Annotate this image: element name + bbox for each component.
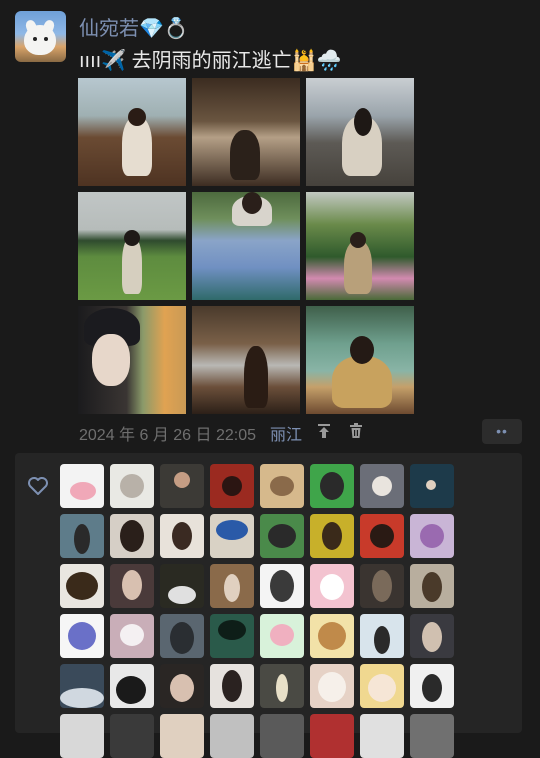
liker-avatar[interactable] (60, 514, 104, 558)
liker-avatar[interactable] (210, 464, 254, 508)
liker-avatar[interactable] (310, 564, 354, 608)
liker-avatar[interactable] (410, 714, 454, 758)
liker-avatar[interactable] (110, 664, 154, 708)
trash-icon[interactable] (346, 422, 366, 444)
photo-8[interactable] (192, 306, 300, 414)
post-location[interactable]: 丽江 (270, 421, 302, 445)
avatar-eye (44, 37, 48, 41)
post-date: 2024 年 6 月 26 日 22:05 (79, 427, 257, 444)
liker-avatar[interactable] (310, 464, 354, 508)
liker-avatar[interactable] (110, 514, 154, 558)
liker-avatar[interactable] (260, 714, 304, 758)
liker-avatar[interactable] (360, 614, 404, 658)
liker-avatar[interactable] (260, 564, 304, 608)
user-avatar[interactable] (15, 11, 66, 62)
photo-6[interactable] (306, 192, 414, 300)
photo-grid (78, 78, 415, 415)
liker-avatar[interactable] (410, 514, 454, 558)
photo-2[interactable] (192, 78, 300, 186)
liker-avatar[interactable] (160, 714, 204, 758)
liker-avatar[interactable] (210, 614, 254, 658)
liker-avatar[interactable] (260, 664, 304, 708)
liker-avatar[interactable] (360, 514, 404, 558)
photo-5[interactable] (192, 192, 300, 300)
liker-avatar[interactable] (260, 614, 304, 658)
liker-avatars (60, 464, 460, 758)
photo-9[interactable] (306, 306, 414, 414)
liker-avatar[interactable] (360, 664, 404, 708)
liker-avatar[interactable] (410, 614, 454, 658)
liker-avatar[interactable] (160, 514, 204, 558)
liker-avatar[interactable] (210, 664, 254, 708)
photo-4[interactable] (78, 192, 186, 300)
liker-avatar[interactable] (160, 464, 204, 508)
liker-avatar[interactable] (410, 564, 454, 608)
liker-avatar[interactable] (110, 614, 154, 658)
liker-avatar[interactable] (60, 714, 104, 758)
liker-avatar[interactable] (210, 564, 254, 608)
liker-avatar[interactable] (160, 564, 204, 608)
avatar-face (24, 25, 56, 55)
more-options-button[interactable]: •• (482, 419, 522, 444)
photo-3[interactable] (306, 78, 414, 186)
liker-avatar[interactable] (60, 614, 104, 658)
liker-avatar[interactable] (260, 514, 304, 558)
avatar-eye (33, 37, 37, 41)
liker-avatar[interactable] (310, 614, 354, 658)
liker-avatar[interactable] (60, 664, 104, 708)
liker-avatar[interactable] (60, 464, 104, 508)
heart-icon[interactable] (26, 474, 50, 498)
liker-avatar[interactable] (160, 664, 204, 708)
username[interactable]: 仙宛若💎💍 (79, 12, 189, 41)
liker-avatar[interactable] (110, 714, 154, 758)
liker-avatar[interactable] (310, 714, 354, 758)
liker-avatar[interactable] (210, 714, 254, 758)
liker-avatar[interactable] (110, 564, 154, 608)
post-meta: 2024 年 6 月 26 日 22:05 丽江 (79, 421, 366, 445)
liker-avatar[interactable] (360, 714, 404, 758)
liker-avatar[interactable] (360, 564, 404, 608)
liker-avatar[interactable] (410, 464, 454, 508)
liker-avatar[interactable] (310, 514, 354, 558)
liker-avatar[interactable] (360, 464, 404, 508)
liker-avatar[interactable] (110, 464, 154, 508)
liker-avatar[interactable] (310, 664, 354, 708)
liker-avatar[interactable] (60, 564, 104, 608)
liker-avatar[interactable] (410, 664, 454, 708)
liker-avatar[interactable] (160, 614, 204, 658)
post-caption: ıııı✈️ 去阴雨的丽江逃亡🕌🌧️ (79, 50, 342, 72)
photo-1[interactable] (78, 78, 186, 186)
pin-top-icon[interactable] (314, 423, 334, 444)
photo-7[interactable] (78, 306, 186, 414)
liker-avatar[interactable] (260, 464, 304, 508)
liker-avatar[interactable] (210, 514, 254, 558)
